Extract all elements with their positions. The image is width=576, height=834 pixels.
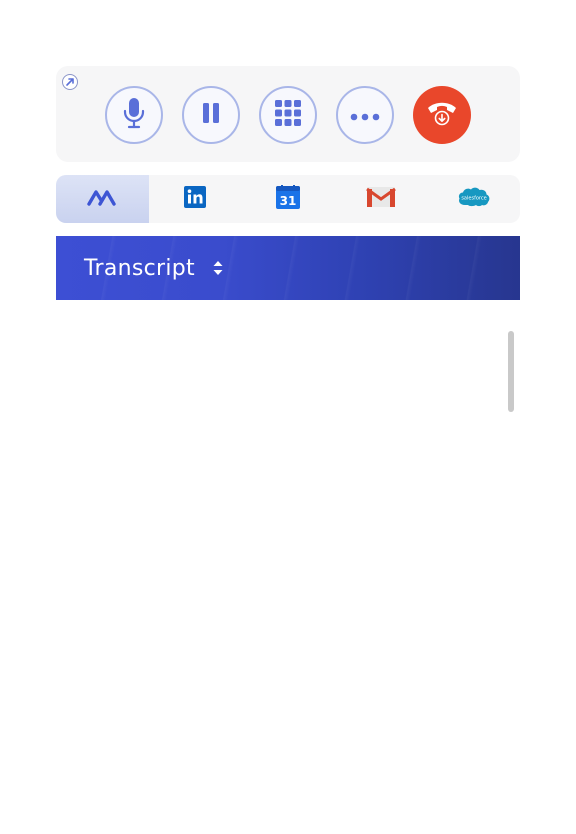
tab-gmail[interactable]	[334, 175, 427, 223]
sort-icon	[211, 257, 225, 279]
mute-button[interactable]	[105, 86, 163, 144]
transcript-header: Transcript	[56, 236, 520, 300]
dialer-window: 31 salesforce Transcript	[0, 0, 576, 834]
gmail-icon	[365, 186, 396, 212]
keypad-button[interactable]	[259, 86, 317, 144]
integrations-tabs: 31 salesforce	[56, 175, 520, 223]
linkedin-icon	[184, 186, 207, 212]
pause-icon	[200, 101, 222, 129]
more-options-button[interactable]	[336, 86, 394, 144]
transcript-content	[56, 300, 520, 800]
app-logo-icon	[87, 188, 117, 210]
salesforce-icon: salesforce	[456, 185, 492, 213]
hang-up-button[interactable]	[413, 86, 471, 144]
hang-up-icon	[425, 98, 459, 132]
tab-linkedin[interactable]	[149, 175, 242, 223]
transcript-scrollbar[interactable]	[508, 331, 514, 412]
tab-app[interactable]	[56, 175, 149, 223]
transcript-view-selector[interactable]: Transcript	[84, 252, 225, 284]
tab-salesforce[interactable]: salesforce	[427, 175, 520, 223]
calendar-day-label: 31	[280, 194, 297, 208]
transcript-title: Transcript	[84, 255, 195, 281]
more-icon	[350, 106, 380, 125]
hold-button[interactable]	[182, 86, 240, 144]
microphone-icon	[121, 96, 147, 134]
keypad-icon	[274, 99, 302, 131]
tab-calendar[interactable]: 31	[242, 175, 335, 223]
call-controls-panel	[56, 66, 520, 162]
salesforce-logo-text: salesforce	[461, 196, 486, 202]
popout-icon[interactable]	[62, 74, 78, 90]
calendar-icon: 31	[275, 185, 300, 213]
